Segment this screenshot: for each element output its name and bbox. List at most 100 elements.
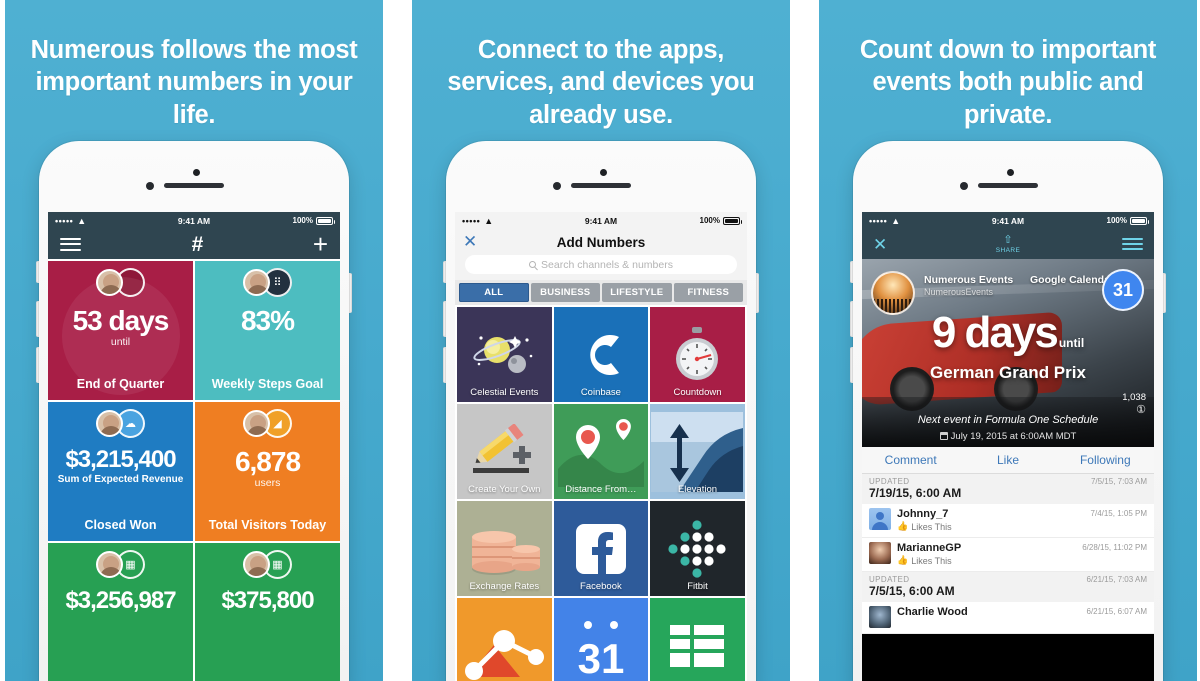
feed-update-header: UPDATED 6/21/15, 7:03 AM	[862, 572, 1154, 584]
tab-lifestyle[interactable]: LIFESTYLE	[602, 283, 672, 302]
channel-tile-countdown[interactable]: Countdown	[650, 307, 745, 402]
avatar	[243, 409, 270, 437]
channel-name: Elevation	[677, 484, 718, 495]
channel-tile-exchange-rates[interactable]: Exchange Rates	[457, 501, 552, 596]
add-number-button[interactable]: +	[313, 231, 328, 257]
number-tile[interactable]: ▦ $3,256,987	[48, 543, 193, 681]
mute-switch[interactable]	[850, 261, 853, 283]
list-item[interactable]: MarianneGP 👍 Likes This 6/28/15, 11:02 P…	[862, 538, 1154, 572]
panel-headline: Numerous follows the most important numb…	[30, 36, 358, 129]
channel-tile-coinbase[interactable]: Coinbase	[553, 307, 649, 402]
update-key: UPDATED	[869, 477, 910, 486]
channel-tile-facebook[interactable]: Facebook	[553, 501, 649, 596]
channel-name: Coinbase	[580, 387, 621, 398]
avatar	[96, 550, 123, 578]
proximity-sensor-icon	[553, 182, 561, 190]
channel-grid: Celestial Events Coinbase Countdown Crea…	[455, 305, 747, 681]
volume-up-button[interactable]	[850, 301, 853, 337]
channel-tile-create-your-own[interactable]: Create Your Own	[457, 404, 552, 499]
tab-fitness[interactable]: FITNESS	[673, 283, 743, 302]
number-tile[interactable]: ◢ 6,878 users Total Visitors Today	[195, 402, 340, 541]
thumbs-up-icon: 👍	[897, 521, 909, 531]
battery-percent: 100%	[1106, 216, 1127, 225]
tile-badges: ⠿	[243, 267, 292, 297]
volume-up-button[interactable]	[36, 301, 39, 337]
number-tile[interactable]: ▦ $375,800	[195, 543, 340, 681]
proximity-sensor-icon	[146, 182, 154, 190]
channel-name: Distance From…	[565, 484, 637, 495]
tab-following[interactable]: Following	[1057, 447, 1154, 473]
thumbs-up-icon: 👍	[897, 555, 909, 565]
countdown-hero: Numerous Events NumerousEvents Google Ca…	[862, 259, 1154, 447]
mute-switch[interactable]	[36, 261, 39, 283]
power-button[interactable]	[1163, 273, 1166, 313]
channel-tile-google-calendar[interactable]: 31	[553, 598, 649, 681]
channel-name: Numerous Events	[924, 274, 1014, 286]
next-event-text: Next event in Formula One Schedule	[917, 414, 1099, 426]
power-button[interactable]	[756, 273, 759, 313]
status-bar: ••••• ▲ 9:41 AM 100%	[455, 212, 747, 229]
volume-down-button[interactable]	[850, 347, 853, 383]
comment-text: 👍 Likes This	[897, 555, 952, 566]
volume-down-button[interactable]	[36, 347, 39, 383]
earpiece-speaker-icon	[164, 183, 224, 188]
battery-percent: 100%	[699, 216, 720, 225]
volume-up-button[interactable]	[443, 301, 446, 337]
planet-icon	[473, 335, 533, 373]
tab-all[interactable]: ALL	[459, 283, 529, 302]
number-tile[interactable]: ☁ $3,215,400 Sum of Expected Revenue Clo…	[48, 402, 193, 541]
channel-tile-fitbit[interactable]: Fitbit	[650, 501, 745, 596]
svg-text:31: 31	[578, 635, 625, 679]
channel-tile-celestial-events[interactable]: Celestial Events	[457, 307, 552, 402]
share-label: SHARE	[995, 246, 1021, 254]
page-title: Add Numbers	[556, 234, 646, 250]
tile-badges: ☁	[96, 408, 145, 438]
channel-tile-elevation[interactable]: Elevation	[650, 404, 745, 499]
update-date: 7/5/15, 6:00 AM	[862, 584, 1154, 602]
iphone-mockup: ••••• ▲ 9:41 AM 100% # + 53 days until E…	[36, 141, 352, 681]
tile-unit-word: users	[254, 477, 281, 490]
front-camera-icon	[1007, 169, 1014, 176]
number-tile[interactable]: 53 days until End of Quarter	[48, 261, 193, 400]
close-icon[interactable]: ✕	[463, 233, 477, 250]
numbers-tile-grid: 53 days until End of Quarter ⠿ 83% Weekl…	[48, 259, 340, 681]
comment-author: Johnny_7	[897, 508, 949, 520]
iphone-mockup: ••••• ▲ 9:41 AM 100% ✕ ⇧ SHARE Numerous …	[850, 141, 1166, 681]
feed-update-header: UPDATED 7/5/15, 7:03 AM	[862, 474, 1154, 486]
phone-screen: ••••• ▲ 9:41 AM 100% # + 53 days until E…	[48, 212, 340, 681]
power-button[interactable]	[349, 273, 352, 313]
list-item[interactable]: Johnny_7 👍 Likes This 7/4/15, 1:05 PM	[862, 504, 1154, 538]
search-input[interactable]: Search channels & numbers	[465, 255, 737, 274]
share-button[interactable]: ⇧ SHARE	[862, 234, 1154, 254]
avatar	[243, 268, 270, 296]
panel-numbers-dashboard: Numerous follows the most important numb…	[5, 0, 383, 681]
battery-area: 100%	[699, 216, 742, 225]
volume-down-button[interactable]	[443, 347, 446, 383]
number-tile[interactable]: ⠿ 83% Weekly Steps Goal	[195, 261, 340, 400]
update-key: UPDATED	[869, 575, 910, 584]
tile-value: 6,878	[234, 446, 301, 477]
tab-business[interactable]: BUSINESS	[530, 283, 600, 302]
mute-switch[interactable]	[443, 261, 446, 283]
tile-label: Total Visitors Today	[208, 518, 327, 532]
channel-tile-distance-from[interactable]: Distance From…	[553, 404, 649, 499]
battery-icon	[316, 216, 335, 225]
update-time: 7/5/15, 7:03 AM	[1090, 477, 1147, 486]
avatar	[869, 508, 891, 530]
tile-badges: ◢	[243, 408, 292, 438]
hamburger-icon[interactable]	[60, 234, 81, 254]
google-calendar-icon: 31	[1102, 269, 1144, 311]
tile-value: $3,215,400	[65, 446, 176, 473]
calendar-icon	[939, 432, 948, 440]
channel-name: Countdown	[673, 387, 722, 398]
list-item[interactable]: Charlie Wood 6/21/15, 6:07 AM	[862, 602, 1154, 634]
channel-tile-graph-network[interactable]	[457, 598, 552, 681]
tab-comment[interactable]: Comment	[862, 447, 959, 473]
comment-author: MarianneGP	[897, 542, 962, 554]
tile-badges: ▦	[96, 549, 145, 579]
coinbase-c-icon	[590, 334, 619, 375]
tile-label: Weekly Steps Goal	[211, 377, 324, 391]
channel-tile-google-sheets[interactable]	[650, 598, 745, 681]
countdown-nav-bar: ✕ ⇧ SHARE	[862, 229, 1154, 259]
tab-like[interactable]: Like	[959, 447, 1056, 473]
